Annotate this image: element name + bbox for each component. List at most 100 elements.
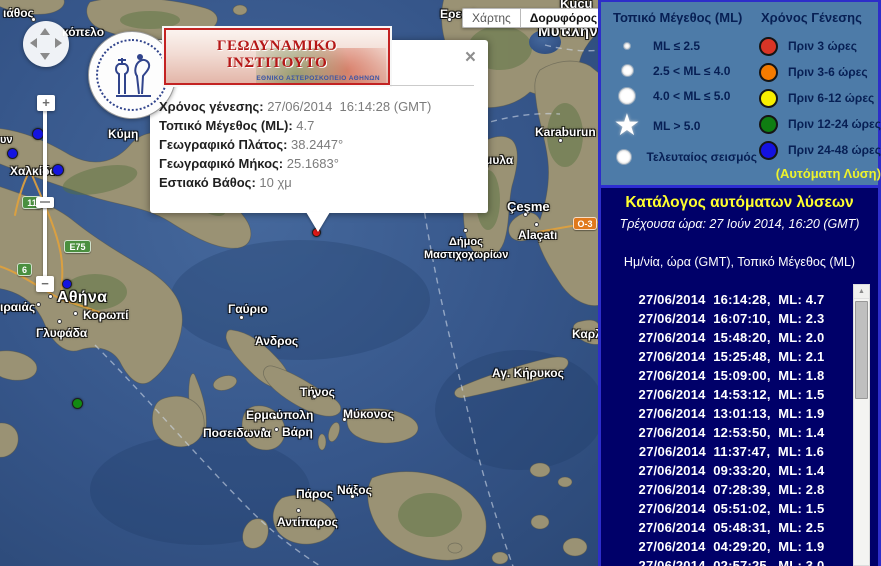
legend-marker-cell: [609, 64, 645, 77]
map-place-label: Αθήνα: [57, 289, 108, 306]
earthquake-list-row[interactable]: 27/06/2014 15:48:20, ML: 2.0: [611, 328, 852, 347]
map-type-button-satellite[interactable]: Δορυφόρος: [519, 8, 598, 28]
earthquake-list-row[interactable]: 27/06/2014 02:57:25, ML: 3.0: [611, 556, 852, 566]
earthquake-list-row[interactable]: 27/06/2014 15:25:48, ML: 2.1: [611, 347, 852, 366]
legend-time-label: Πριν 12-24 ώρες: [788, 117, 881, 131]
legend-time-label: Πριν 3-6 ώρες: [788, 65, 868, 79]
scrollbar[interactable]: ▲: [853, 284, 870, 566]
legend-magnitude-item: ML ≤ 2.5: [609, 33, 757, 58]
circle-icon: [759, 88, 778, 108]
map-place-dot: [261, 427, 266, 432]
seismicity-app: ιάθοςκόπελοKucuΜυτιλήνΕρεσόυνΚύμηKarabur…: [0, 0, 881, 566]
map-place-label: Κύμη: [108, 127, 139, 141]
legend-time-item: Πριν 6-12 ώρες: [757, 85, 881, 111]
map-type-button-map[interactable]: Χάρτης: [462, 8, 520, 28]
map-place-label: Μαστιχοχωρίων: [424, 249, 509, 261]
popup-field: Τοπικό Μέγεθος (ML): 4.7: [159, 116, 480, 135]
popup-field-label: Εστιακό Βάθος:: [159, 175, 256, 190]
earthquake-list-row[interactable]: 27/06/2014 05:51:02, ML: 1.5: [611, 499, 852, 518]
map-place-label: Μύκονος: [343, 407, 394, 421]
pan-up-icon[interactable]: [40, 28, 50, 35]
map-canvas[interactable]: ιάθοςκόπελοKucuΜυτιλήνΕρεσόυνΚύμηKarabur…: [0, 0, 598, 566]
popup-field-value: 38.2447°: [287, 137, 344, 152]
zoom-in-button[interactable]: +: [37, 95, 55, 111]
legend-magnitude-title: Τοπικό Μέγεθος (ML): [613, 10, 743, 25]
earthquake-marker-12-24h[interactable]: [71, 397, 83, 409]
map-place-dot: [558, 138, 563, 143]
legend-magnitude-column: Τοπικό Μέγεθος (ML) ML ≤ 2.5 2.5 < ML ≤ 4…: [609, 8, 757, 185]
map-place-label: Βάρη: [282, 425, 313, 439]
popup-field-value: 27/06/2014 16:14:28 (GMT): [263, 99, 432, 114]
catalog-columns-header: Ημ/νία, ώρα (GMT), Τοπικό Μέγεθος (ML): [623, 255, 856, 269]
earthquake-list-row[interactable]: 27/06/2014 16:07:10, ML: 2.3: [611, 309, 852, 328]
pan-right-icon[interactable]: [55, 38, 62, 48]
legend-magnitude-label: ML ≤ 2.5: [653, 38, 701, 53]
legend-time-rows: Πριν 3 ώρες Πριν 3-6 ώρες Πριν 6-12 ώρες Πρ…: [757, 33, 881, 163]
circle-icon: [759, 36, 778, 56]
scrollbar-up-icon[interactable]: ▲: [854, 285, 869, 299]
map-place-dot: [534, 222, 539, 227]
legend-section: Τοπικό Μέγεθος (ML) ML ≤ 2.5 2.5 < ML ≤ 4…: [601, 2, 881, 185]
earthquake-list-row[interactable]: 27/06/2014 11:37:47, ML: 1.6: [611, 442, 852, 461]
popup-field-value: 4.7: [292, 118, 315, 133]
road-badge: E75: [64, 240, 91, 253]
legend-magnitude-item: ★ ML > 5.0: [609, 108, 757, 144]
legend-magnitude-rows: ML ≤ 2.5 2.5 < ML ≤ 4.0 4.0 < ML ≤ 5.0 ★ ML …: [609, 33, 757, 169]
pan-down-icon[interactable]: [40, 53, 50, 60]
legend-marker-cell: [609, 86, 645, 105]
popup-field: Χρόνος γένεσης: 27/06/2014 16:14:28 (GMT…: [159, 97, 480, 116]
earthquake-marker-24-48h[interactable]: [6, 147, 18, 159]
map-place-label: Αντίπαρος: [277, 515, 338, 529]
popup-field-value: 25.1683°: [283, 156, 339, 171]
map-place-dot: [73, 311, 78, 316]
popup-field-label: Τοπικό Μέγεθος (ML):: [159, 118, 293, 133]
popup-field-label: Γεωγραφικό Πλάτος:: [159, 137, 288, 152]
map-place-label: Γλυφάδα: [36, 326, 88, 340]
zoom-slider-handle[interactable]: [36, 197, 54, 208]
legend-magnitude-label: 2.5 < ML ≤ 4.0: [653, 63, 731, 78]
map-place-dot: [296, 508, 301, 513]
map-place-label: Πάρος: [296, 487, 334, 501]
legend-magnitude-label: 4.0 < ML ≤ 5.0: [653, 88, 731, 103]
institute-title: ΓΕΩΔΥΝΑΜΙΚΟ ΙΝΣΤΙΤΟΥΤΟ: [216, 38, 338, 71]
map-place-label: Κορωπί: [83, 308, 129, 322]
pan-left-icon[interactable]: [30, 38, 37, 48]
map-place-label: μυλα: [485, 153, 514, 167]
map-place-dot: [312, 394, 317, 399]
scrollbar-thumb[interactable]: [855, 301, 868, 399]
seal-emblem-icon: [115, 54, 151, 97]
map-place-label: Γαύριο: [228, 302, 268, 316]
map-place-dot: [239, 315, 244, 320]
map-place-label: ιραιάς: [0, 300, 36, 314]
earthquake-list-row[interactable]: 27/06/2014 12:53:50, ML: 1.4: [611, 423, 852, 442]
earthquake-list-row[interactable]: 27/06/2014 15:09:00, ML: 1.8: [611, 366, 852, 385]
earthquake-marker-24-48h[interactable]: [52, 164, 64, 176]
earthquake-list-row[interactable]: 27/06/2014 13:01:13, ML: 1.9: [611, 404, 852, 423]
popup-field-label: Χρόνος γένεσης:: [159, 99, 264, 114]
earthquake-list-row[interactable]: 27/06/2014 16:14:28, ML: 4.7: [611, 290, 852, 309]
zoom-out-button[interactable]: −: [36, 276, 54, 292]
zoom-slider-track[interactable]: [43, 110, 47, 280]
map-place-label: Δήμος: [449, 236, 483, 248]
popup-close-icon[interactable]: ×: [465, 48, 476, 67]
legend-magnitude-label: Τελευταίος σεισμός: [646, 149, 757, 164]
star-icon: ★: [613, 109, 641, 142]
map-place-label: Άνδρος: [255, 334, 299, 348]
catalog-list-wrap: 27/06/2014 16:14:28, ML: 4.7 27/06/2014 1…: [611, 284, 870, 566]
earthquake-list-row[interactable]: 27/06/2014 04:29:20, ML: 1.9: [611, 537, 852, 556]
earthquake-list-row[interactable]: 27/06/2014 14:53:12, ML: 1.5: [611, 385, 852, 404]
earthquake-list-row[interactable]: 27/06/2014 09:33:20, ML: 1.4: [611, 461, 852, 480]
map-type-switcher: Χάρτης Δορυφόρος: [462, 8, 598, 28]
earthquake-list-row[interactable]: 27/06/2014 05:48:31, ML: 2.5: [611, 518, 852, 537]
map-pan-control[interactable]: [23, 21, 69, 67]
catalog-title: Κατάλογος αυτόματων λύσεων: [625, 194, 854, 211]
map-place-label: Karaburun: [535, 125, 596, 139]
earthquake-marker-24-48h[interactable]: [62, 279, 72, 289]
side-panel: Τοπικό Μέγεθος (ML) ML ≤ 2.5 2.5 < ML ≤ 4…: [598, 0, 881, 566]
popup-field: Εστιακό Βάθος: 10 χμ: [159, 173, 480, 192]
earthquake-list[interactable]: 27/06/2014 16:14:28, ML: 4.7 27/06/2014 1…: [611, 284, 852, 566]
earthquake-list-row[interactable]: 27/06/2014 07:28:39, ML: 2.8: [611, 480, 852, 499]
legend-marker-cell: ★: [609, 109, 645, 142]
popup-field: Γεωγραφικό Μήκος: 25.1683°: [159, 154, 480, 173]
map-place-label: Ερμούπολη: [246, 408, 314, 422]
